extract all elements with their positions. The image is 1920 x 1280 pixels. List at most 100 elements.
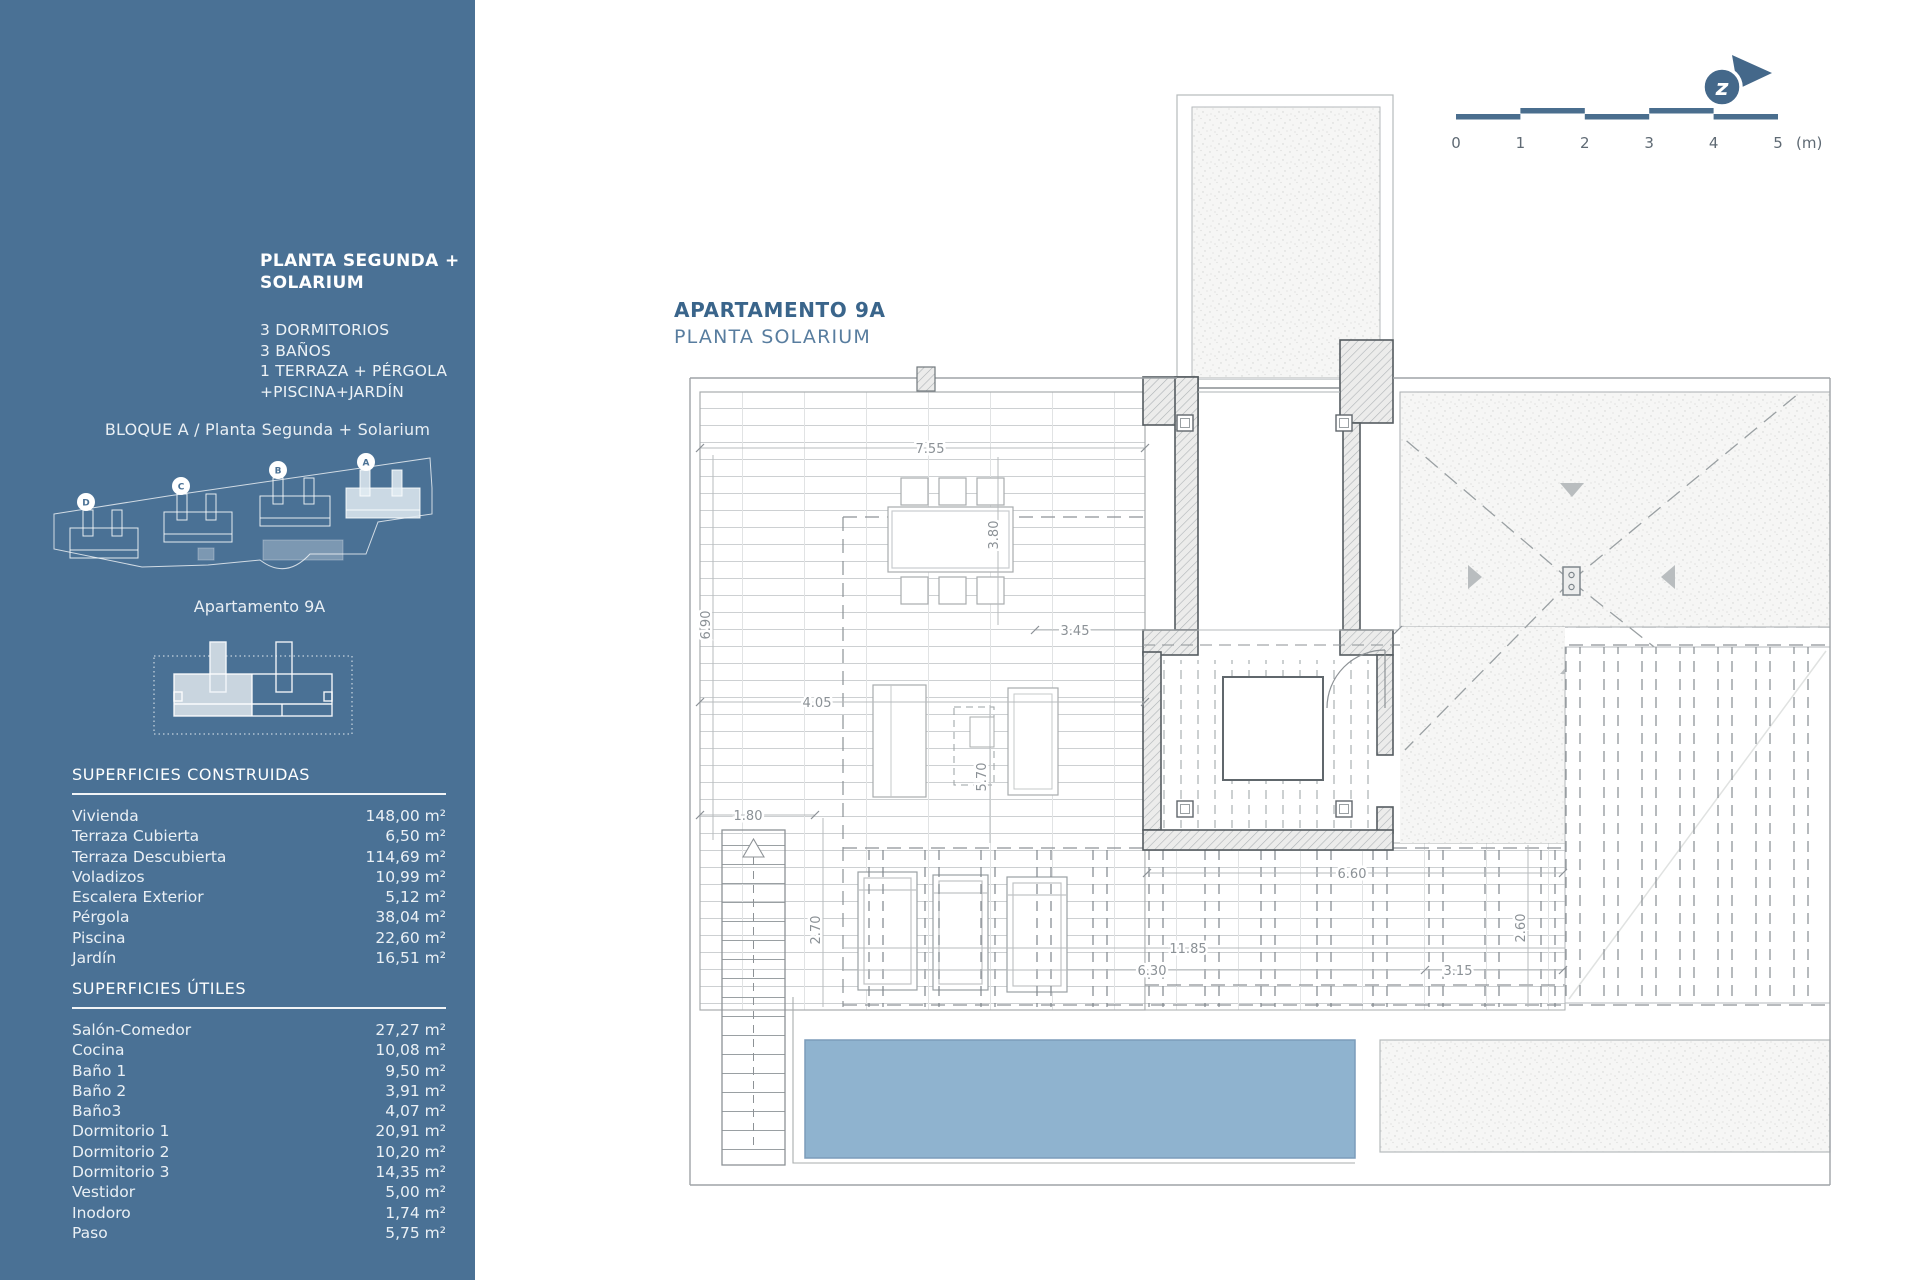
dim-label: 1.80 [734,809,763,824]
table-row: Piscina 22,60 m² [72,928,446,948]
surface-value: 22,60 m² [375,928,446,948]
apartment-label: Apartamento 9A [62,597,457,616]
unit-chimney-right [276,642,292,692]
sidebar-title-line1: PLANTA SEGUNDA + [260,250,460,272]
surface-value: 6,50 m² [385,826,446,846]
built-surfaces-heading: SUPERFICIES CONSTRUIDAS [72,765,446,795]
surface-label: Escalera Exterior [72,887,204,907]
surface-value: 38,04 m² [375,907,446,927]
surface-value: 16,51 m² [375,948,446,968]
table-row: Terraza Descubierta 114,69 m² [72,847,446,867]
surface-label: Paso [72,1223,108,1243]
surface-value: 1,74 m² [385,1203,446,1223]
surface-label: Jardín [72,948,116,968]
dim-label: 3.45 [1061,624,1090,639]
feature-terrace: 1 TERRAZA + PÉRGOLA [260,361,447,382]
surface-value: 148,00 m² [366,806,446,826]
dim-label: 6.60 [1338,867,1367,882]
feature-bedrooms: 3 DORMITORIOS [260,320,447,341]
floor-plan-drawing: 7.55 3.80 6.90 3.45 4.05 1.80 5.70 2.70 … [680,85,1850,1195]
table-row: Inodoro 1,74 m² [72,1203,446,1223]
stair-tower [1177,95,1393,380]
built-surfaces-table: Vivienda 148,00 m² Terraza Cubierta 6,50 m… [72,806,446,968]
feature-bathrooms: 3 BAÑOS [260,341,447,362]
stairwell-void [1185,380,1343,645]
surface-value: 27,27 m² [375,1020,446,1040]
surface-label: Vestidor [72,1182,135,1202]
table-row: Baño 1 9,50 m² [72,1061,446,1081]
sidebar-title: PLANTA SEGUNDA + SOLARIUM [260,250,460,294]
badge-d: D [82,499,89,509]
surface-value: 10,08 m² [375,1040,446,1060]
surface-label: Baño 1 [72,1061,126,1081]
block-label: BLOQUE A / Planta Segunda + Solarium [70,420,465,439]
table-row: Dormitorio 3 14,35 m² [72,1162,446,1182]
table-row: Cocina 10,08 m² [72,1040,446,1060]
surface-label: Terraza Cubierta [72,826,199,846]
unit-chimney-left [210,642,226,692]
garden [1380,1040,1830,1152]
dim-label: 4.05 [803,696,832,711]
surface-label: Vivienda [72,806,139,826]
surface-value: 114,69 m² [366,847,446,867]
surface-value: 10,99 m² [375,867,446,887]
surface-value: 3,91 m² [385,1081,446,1101]
surface-label: Voladizos [72,867,145,887]
dim-label: 11.85 [1169,942,1206,957]
dim-label: 2.60 [1514,914,1529,943]
surface-value: 5,75 m² [385,1223,446,1243]
dim-label: 3.80 [987,521,1002,550]
table-row: Baño 2 3,91 m² [72,1081,446,1101]
surface-label: Salón-Comedor [72,1020,191,1040]
roof-gravel-strip [1400,627,1565,843]
table-row: Jardín 16,51 m² [72,948,446,968]
exterior-stairs [722,830,785,1165]
surface-label: Piscina [72,928,126,948]
table-row: Escalera Exterior 5,12 m² [72,887,446,907]
surface-label: Cocina [72,1040,124,1060]
surface-value: 14,35 m² [375,1162,446,1182]
pergola-right [1565,647,1830,1003]
surface-value: 9,50 m² [385,1061,446,1081]
surface-label: Inodoro [72,1203,131,1223]
site-plan-diagram: D C B A [48,448,453,588]
table-row: Pérgola 38,04 m² [72,907,446,927]
roof-gravel [1400,392,1830,627]
table-row: Voladizos 10,99 m² [72,867,446,887]
surface-value: 20,91 m² [375,1121,446,1141]
surface-label: Dormitorio 2 [72,1142,169,1162]
feature-pool-garden: +PISCINA+JARDÍN [260,382,447,403]
usable-surfaces-heading: SUPERFICIES ÚTILES [72,979,446,1009]
site-block-c [164,494,232,542]
surface-label: Dormitorio 3 [72,1162,169,1182]
surface-label: Baño 2 [72,1081,126,1101]
sidebar-features: 3 DORMITORIOS 3 BAÑOS 1 TERRAZA + PÉRGOL… [260,320,447,402]
floorplan-page: PLANTA SEGUNDA + SOLARIUM 3 DORMITORIOS … [0,0,1920,1280]
skylight-box [1223,677,1323,780]
dim-label: 3.15 [1444,964,1473,979]
pergola-band [843,848,1565,1007]
pool [793,997,1355,1163]
dim-label: 5.70 [975,763,990,792]
surface-value: 5,12 m² [385,887,446,907]
usable-surfaces-table: Salón-Comedor 27,27 m² Cocina 10,08 m² Bañ… [72,1020,446,1243]
site-block-a-highlight [346,470,420,518]
sidebar-title-line2: SOLARIUM [260,272,460,294]
site-pool-c [198,548,214,560]
surface-label: Dormitorio 1 [72,1121,169,1141]
surface-value: 4,07 m² [385,1101,446,1121]
dim-label: 2.70 [809,916,824,945]
dim-label: 6.90 [699,611,714,640]
table-row: Baño34,07 m² [72,1101,446,1121]
stair-core [1143,340,1393,850]
table-row: Paso 5,75 m² [72,1223,446,1243]
border-pillar [917,367,935,391]
table-row: Salón-Comedor 27,27 m² [72,1020,446,1040]
badge-a: A [363,459,370,469]
site-block-d [70,510,138,558]
surface-label: Terraza Descubierta [72,847,226,867]
badge-b: B [275,467,282,477]
dim-label: 6.30 [1138,964,1167,979]
surface-label: Pérgola [72,907,130,927]
dim-label: 7.55 [916,442,945,457]
